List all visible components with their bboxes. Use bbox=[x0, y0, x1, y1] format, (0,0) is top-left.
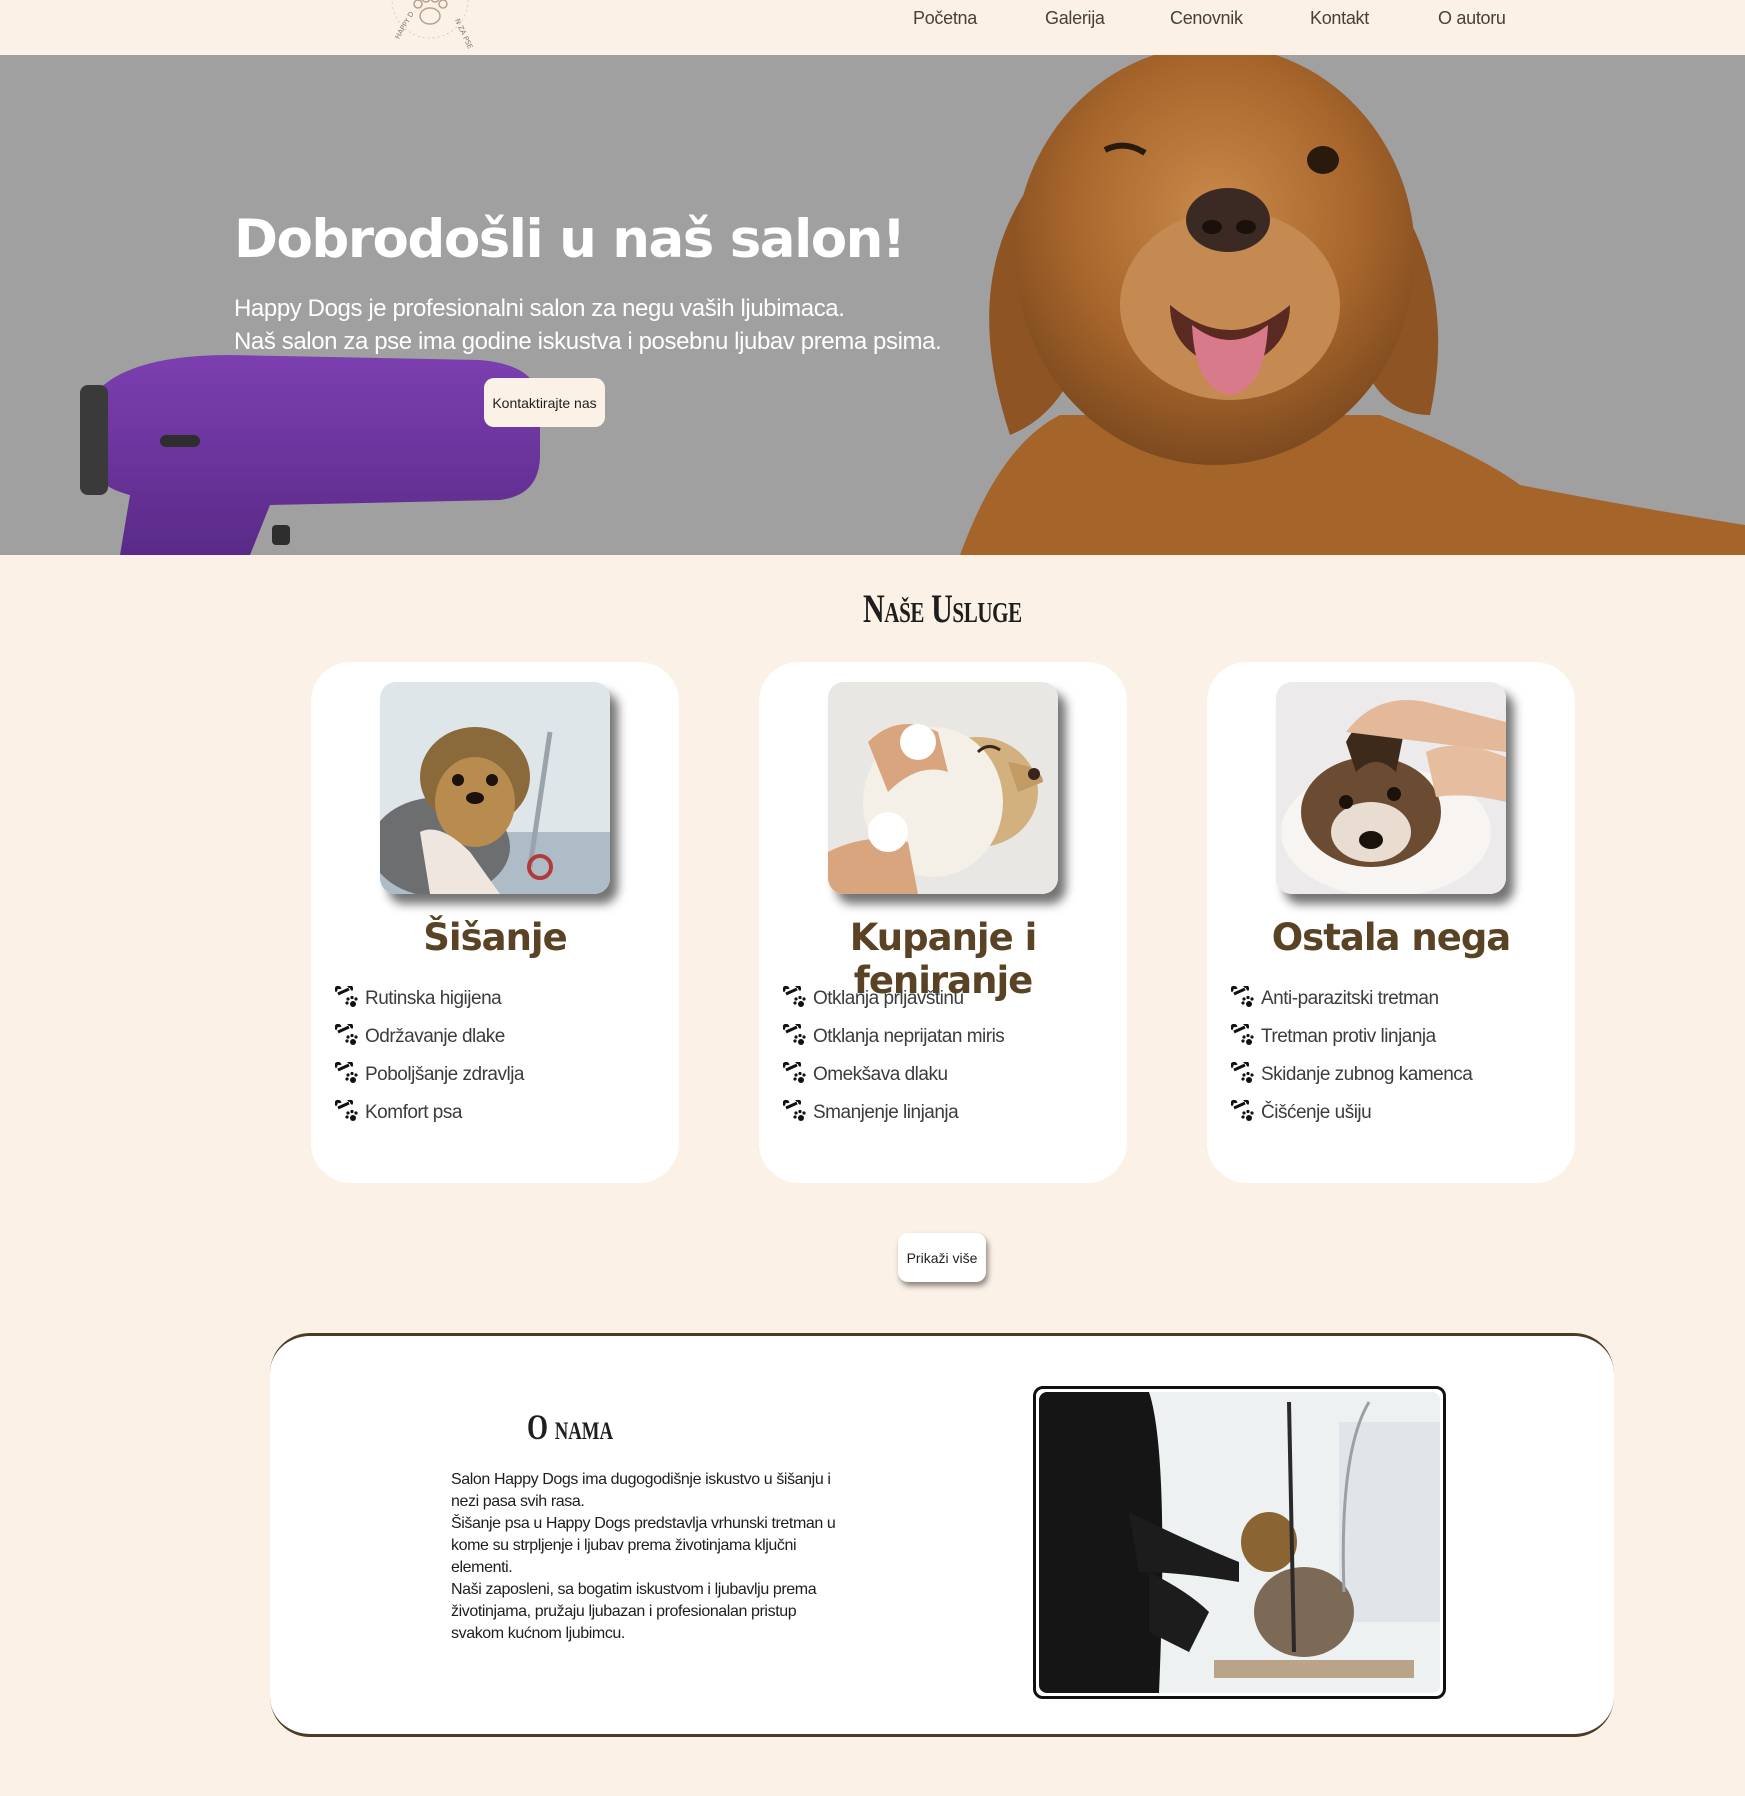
list-item: Omekšava dlaku bbox=[783, 1056, 1004, 1094]
nav-link-kontakt[interactable]: Kontakt bbox=[1310, 8, 1369, 29]
list-item: Anti-parazitski tretman bbox=[1231, 980, 1472, 1018]
bone-paw-icon bbox=[335, 1062, 358, 1083]
list-item-label: Tretman protiv linjanja bbox=[1261, 1026, 1436, 1047]
list-item-label: Komfort psa bbox=[365, 1102, 462, 1123]
about-title: O nama bbox=[526, 1407, 614, 1447]
list-item-label: Čišćenje ušiju bbox=[1261, 1102, 1372, 1123]
list-item-label: Smanjenje linjanja bbox=[813, 1102, 959, 1123]
logo-text-right: N ZA PSE bbox=[453, 17, 474, 50]
list-item-label: Otklanja neprijatan miris bbox=[813, 1026, 1005, 1047]
about-paragraph: Salon Happy Dogs ima dugogodišnje iskust… bbox=[451, 1471, 831, 1510]
bone-paw-icon bbox=[335, 1100, 358, 1121]
paw-logo-icon: HAPPY D N ZA PSE bbox=[391, 0, 474, 50]
service-card-title: Šišanje bbox=[423, 916, 567, 959]
hero-title: Dobrodošli u naš salon! bbox=[234, 209, 906, 270]
about-photo bbox=[1033, 1386, 1446, 1699]
list-item-label: Poboljšanje zdravlja bbox=[365, 1064, 525, 1085]
service-photo-care bbox=[1276, 682, 1506, 894]
top-navbar: HAPPY D N ZA PSE Početna Galerija Cenovn… bbox=[0, 0, 1745, 55]
about-text: Salon Happy Dogs ima dugogodišnje iskust… bbox=[451, 1469, 851, 1645]
list-item-label: Anti-parazitski tretman bbox=[1261, 988, 1439, 1009]
list-item: Rutinska higijena bbox=[335, 980, 524, 1018]
list-item-label: Rutinska higijena bbox=[365, 988, 502, 1009]
list-item: Otklanja prljavštinu bbox=[783, 980, 1004, 1018]
nav-link-pocetna[interactable]: Početna bbox=[913, 8, 977, 29]
logo-text-left: HAPPY D bbox=[394, 10, 416, 40]
hero-text-line-2: Naš salon za pse ima godine iskustva i p… bbox=[234, 328, 942, 355]
list-item-label: Skidanje zubnog kamenca bbox=[1261, 1064, 1473, 1085]
bone-paw-icon bbox=[335, 1024, 358, 1045]
list-item: Održavanje dlake bbox=[335, 1018, 524, 1056]
service-card-ostala-nega: Ostala nega Anti-parazitski tretman Tret… bbox=[1207, 662, 1575, 1183]
list-item: Komfort psa bbox=[335, 1094, 524, 1132]
service-list: Rutinska higijena Održavanje dlake Pobol… bbox=[335, 980, 525, 1132]
service-list: Otklanja prljavštinu Otklanja neprijatan… bbox=[783, 980, 1005, 1132]
bone-paw-icon bbox=[1231, 1062, 1254, 1083]
list-item-label: Održavanje dlake bbox=[365, 1026, 505, 1047]
nav-link-galerija[interactable]: Galerija bbox=[1045, 8, 1105, 29]
list-item: Otklanja neprijatan miris bbox=[783, 1018, 1005, 1056]
about-paragraph: Naši zaposleni, sa bogatim iskustvom i l… bbox=[451, 1581, 817, 1642]
services-title: Naše Usluge bbox=[862, 586, 1022, 631]
bone-paw-icon bbox=[1231, 1100, 1254, 1121]
list-item: Smanjenje linjanja bbox=[783, 1094, 1004, 1132]
service-card-kupanje: Kupanje i feniranje Otklanja prljavštinu… bbox=[759, 662, 1127, 1183]
service-card-sisanje: Šišanje Rutinska higijena Održavanje dla… bbox=[311, 662, 679, 1183]
list-item: Čišćenje ušiju bbox=[1231, 1094, 1472, 1132]
bone-paw-icon bbox=[783, 986, 806, 1007]
list-item-label: Omekšava dlaku bbox=[813, 1064, 948, 1085]
service-photo-bathing bbox=[828, 682, 1058, 894]
hero-banner: Dobrodošli u naš salon! Happy Dogs je pr… bbox=[0, 55, 1745, 555]
list-item: Tretman protiv linjanja bbox=[1231, 1018, 1472, 1056]
bone-paw-icon bbox=[335, 986, 358, 1007]
service-photo-grooming bbox=[380, 682, 610, 894]
bone-paw-icon bbox=[783, 1100, 806, 1121]
bone-paw-icon bbox=[1231, 986, 1254, 1007]
nav-link-cenovnik[interactable]: Cenovnik bbox=[1170, 8, 1243, 29]
nav-link-o-autoru[interactable]: O autoru bbox=[1438, 8, 1506, 29]
list-item: Poboljšanje zdravlja bbox=[335, 1056, 525, 1094]
bone-paw-icon bbox=[783, 1024, 806, 1045]
bone-paw-icon bbox=[783, 1062, 806, 1083]
about-section: O nama Salon Happy Dogs ima dugogodišnje… bbox=[270, 1333, 1614, 1737]
hero-text-line-1: Happy Dogs je profesionalni salon za neg… bbox=[234, 295, 845, 322]
list-item: Skidanje zubnog kamenca bbox=[1231, 1056, 1473, 1094]
about-paragraph: Šišanje psa u Happy Dogs predstavlja vrh… bbox=[451, 1515, 836, 1576]
show-more-button[interactable]: Prikaži više bbox=[898, 1233, 986, 1282]
logo[interactable]: HAPPY D N ZA PSE bbox=[386, 0, 474, 50]
contact-button[interactable]: Kontaktirajte nas bbox=[484, 378, 605, 427]
service-list: Anti-parazitski tretman Tretman protiv l… bbox=[1231, 980, 1473, 1132]
bone-paw-icon bbox=[1231, 1024, 1254, 1045]
service-card-title: Ostala nega bbox=[1271, 916, 1512, 959]
list-item-label: Otklanja prljavštinu bbox=[813, 988, 964, 1009]
